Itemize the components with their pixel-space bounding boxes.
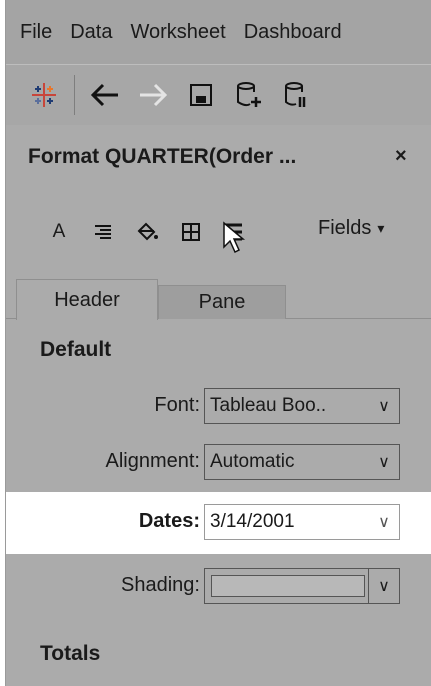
- chevron-down-icon: ∨: [368, 569, 399, 603]
- close-icon[interactable]: ×: [395, 145, 407, 168]
- format-icon-row: A: [46, 217, 266, 254]
- format-shading-icon[interactable]: [134, 219, 160, 245]
- back-arrow-icon[interactable]: [85, 75, 125, 115]
- font-label: Font:: [154, 394, 200, 416]
- dates-row: Dates: 3/14/2001 ∨: [6, 492, 431, 554]
- shading-row: Shading: ∨: [6, 562, 431, 612]
- alignment-row: Alignment: Automatic ∨: [6, 438, 431, 488]
- alignment-select[interactable]: Automatic ∨: [204, 444, 400, 480]
- menu-file[interactable]: File: [20, 21, 52, 44]
- alignment-label: Alignment:: [105, 450, 201, 472]
- toolbar: [6, 64, 431, 126]
- section-default-title: Default: [40, 338, 112, 361]
- menu-data[interactable]: Data: [70, 21, 112, 44]
- toolbar-separator: [74, 75, 75, 115]
- font-select[interactable]: Tableau Boo.. ∨: [204, 388, 400, 424]
- chevron-down-icon: ▾: [377, 220, 385, 236]
- tab-pane[interactable]: Pane: [158, 285, 286, 319]
- save-icon[interactable]: [181, 75, 221, 115]
- menu-dashboard[interactable]: Dashboard: [244, 21, 342, 44]
- chevron-down-icon: ∨: [378, 398, 390, 415]
- tableau-logo-icon[interactable]: [24, 75, 64, 115]
- menu-bar: File Data Worksheet Dashboard: [6, 0, 431, 64]
- alignment-value: Automatic: [210, 451, 295, 472]
- menu-worksheet[interactable]: Worksheet: [130, 21, 225, 44]
- new-data-source-icon[interactable]: [229, 75, 269, 115]
- dates-select[interactable]: 3/14/2001 ∨: [204, 504, 400, 540]
- shading-color-swatch: [211, 575, 365, 597]
- fields-dropdown[interactable]: Fields ▾: [318, 217, 384, 240]
- chevron-down-icon: ∨: [378, 514, 390, 531]
- format-borders-icon[interactable]: [178, 219, 204, 245]
- dates-value: 3/14/2001: [210, 511, 295, 532]
- forward-arrow-icon[interactable]: [133, 75, 173, 115]
- shading-label: Shading:: [121, 574, 200, 596]
- tab-header[interactable]: Header: [16, 279, 158, 320]
- shading-select[interactable]: ∨: [204, 568, 400, 604]
- fields-label: Fields: [318, 217, 372, 239]
- format-alignment-icon[interactable]: [90, 219, 116, 245]
- section-totals-title: Totals: [40, 642, 101, 665]
- tab-bar: Header Pane: [6, 275, 431, 320]
- font-value: Tableau Boo..: [210, 395, 327, 416]
- font-row: Font: Tableau Boo.. ∨: [6, 382, 431, 432]
- mouse-pointer-icon: [222, 221, 248, 260]
- format-font-icon[interactable]: A: [46, 219, 72, 245]
- panel-title: Format QUARTER(Order ...: [28, 145, 297, 168]
- chevron-down-icon: ∨: [378, 454, 390, 471]
- pause-auto-updates-icon[interactable]: [275, 75, 315, 115]
- format-panel: Format QUARTER(Order ... × A Fields ▾ He…: [6, 125, 431, 686]
- dates-label: Dates:: [138, 510, 200, 532]
